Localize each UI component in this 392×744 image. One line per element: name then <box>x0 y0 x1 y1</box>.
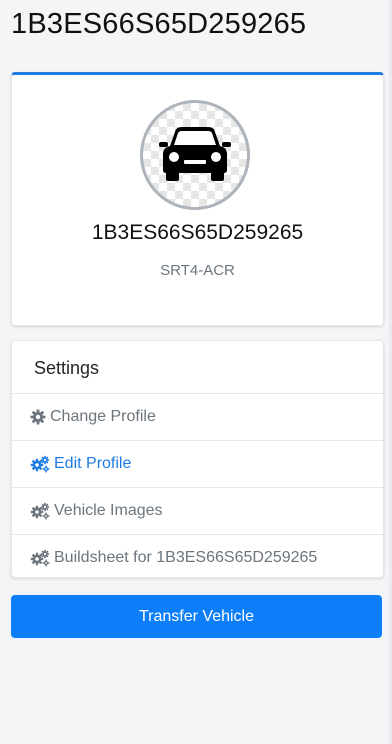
gears-icon <box>30 455 50 473</box>
settings-item-buildsheet[interactable]: Buildsheet for 1B3ES66S65D259265 <box>12 535 383 581</box>
page-title: 1B3ES66S65D259265 <box>11 8 307 40</box>
gears-icon <box>30 549 50 567</box>
vehicle-vin: 1B3ES66S65D259265 <box>91 221 304 244</box>
settings-item-label: Change Profile <box>50 408 156 425</box>
settings-item-label: Buildsheet for 1B3ES66S65D259265 <box>54 549 318 566</box>
vehicle-avatar <box>140 100 250 210</box>
settings-item-label: Vehicle Images <box>54 502 163 519</box>
vehicle-profile-card: 1B3ES66S65D259265 SRT4-ACR <box>11 72 384 326</box>
transfer-vehicle-button[interactable]: Transfer Vehicle <box>11 595 382 638</box>
vehicle-model: SRT4-ACR <box>160 262 235 279</box>
gears-icon <box>30 502 50 520</box>
settings-header: Settings <box>12 341 383 394</box>
settings-item-edit-profile[interactable]: Edit Profile <box>12 441 383 488</box>
settings-item-change-profile[interactable]: Change Profile <box>12 394 383 441</box>
gear-icon <box>30 409 46 425</box>
settings-item-vehicle-images[interactable]: Vehicle Images <box>12 488 383 535</box>
car-icon <box>159 124 231 187</box>
settings-item-label: Edit Profile <box>54 455 132 472</box>
settings-card: Settings Change Profile Edit Profile Veh… <box>11 340 384 578</box>
